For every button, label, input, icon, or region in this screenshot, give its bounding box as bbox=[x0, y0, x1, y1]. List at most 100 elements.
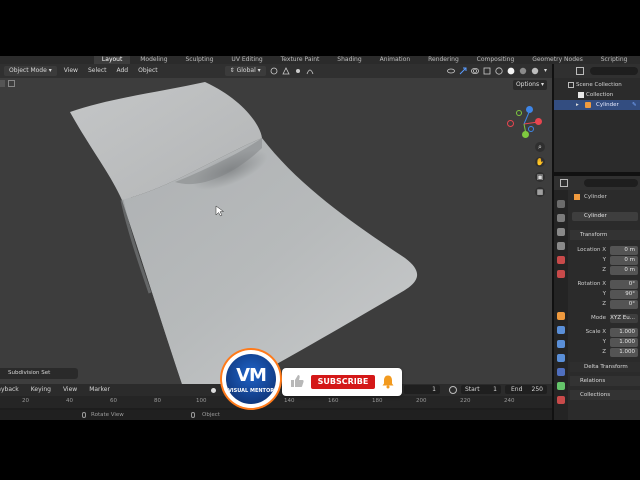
gizmo-neg-x-axis[interactable] bbox=[507, 120, 514, 127]
marker-menu[interactable]: Marker bbox=[83, 384, 116, 396]
tab-animation[interactable]: Animation bbox=[372, 56, 419, 64]
select-menu[interactable]: Select bbox=[83, 64, 112, 78]
timeline-view-menu[interactable]: View bbox=[57, 384, 83, 396]
output-tab-icon[interactable] bbox=[557, 228, 565, 236]
view-menu[interactable]: View bbox=[59, 64, 83, 78]
timeline-ruler[interactable]: 20 40 60 80 100 120 140 160 180 200 220 … bbox=[0, 396, 552, 408]
delta-transform-section-header[interactable]: Delta Transform bbox=[570, 362, 640, 372]
tab-uv-editing[interactable]: UV Editing bbox=[223, 56, 270, 64]
notification-bell-icon[interactable] bbox=[381, 374, 395, 389]
material-tab-icon[interactable] bbox=[557, 396, 565, 404]
clock-icon[interactable] bbox=[449, 386, 457, 394]
wireframe-shading-icon[interactable] bbox=[495, 67, 503, 75]
gizmo-neg-z-axis[interactable] bbox=[528, 126, 534, 132]
overlays-icon[interactable] bbox=[471, 67, 479, 75]
modifier-tab-icon[interactable] bbox=[557, 326, 565, 334]
snap-icon[interactable] bbox=[282, 67, 290, 75]
gizmo-y-axis[interactable] bbox=[522, 131, 529, 138]
tab-modeling[interactable]: Modeling bbox=[132, 56, 175, 64]
tab-layout[interactable]: Layout bbox=[93, 56, 131, 64]
orientation-dropdown[interactable]: ⇕ Global ▾ bbox=[224, 66, 266, 76]
end-frame-field[interactable]: End 250 bbox=[505, 385, 547, 394]
ortho-grid-icon[interactable]: ▦ bbox=[535, 187, 545, 197]
modifier-wrench-icon[interactable]: ✎ bbox=[632, 100, 637, 110]
rotation-y-field[interactable]: 90° bbox=[610, 290, 638, 299]
gizmo-x-axis[interactable] bbox=[535, 118, 542, 125]
outliner-search-input[interactable] bbox=[590, 67, 638, 75]
tool-tab-icon[interactable] bbox=[557, 200, 565, 208]
record-icon[interactable] bbox=[211, 388, 216, 393]
toolbar-toggle-icon[interactable] bbox=[0, 80, 5, 87]
scale-y-field[interactable]: 1.000 bbox=[610, 338, 638, 347]
location-z-field[interactable]: 0 m bbox=[610, 266, 638, 275]
relations-section-header[interactable]: Relations bbox=[570, 376, 640, 386]
3d-viewport[interactable]: ⌕ ✋ ▣ ▦ bbox=[0, 78, 552, 384]
expand-arrow-icon[interactable]: ▸ bbox=[576, 100, 579, 110]
thumbs-up-icon[interactable] bbox=[290, 374, 304, 388]
gizmo-toggle-icon[interactable] bbox=[459, 67, 467, 75]
scene-tab-icon[interactable] bbox=[557, 256, 565, 264]
current-frame-field[interactable]: 1 bbox=[404, 385, 440, 394]
object-tab-icon[interactable] bbox=[557, 312, 565, 320]
tab-texture-paint[interactable]: Texture Paint bbox=[273, 56, 328, 64]
gizmo-neg-y-axis[interactable] bbox=[516, 110, 522, 116]
render-tab-icon[interactable] bbox=[557, 214, 565, 222]
outliner-row-collection[interactable]: Collection bbox=[554, 90, 640, 100]
material-shading-icon[interactable] bbox=[519, 67, 527, 75]
particles-tab-icon[interactable] bbox=[557, 340, 565, 348]
rotation-z-field[interactable]: 0° bbox=[610, 300, 638, 309]
xray-icon[interactable] bbox=[483, 67, 491, 75]
location-y-field[interactable]: 0 m bbox=[610, 256, 638, 265]
options-dropdown[interactable]: Options ▾ bbox=[513, 80, 547, 90]
scale-x-field[interactable]: 1.000 bbox=[610, 328, 638, 337]
subscribe-button[interactable]: SUBSCRIBE bbox=[311, 375, 375, 389]
playback-menu[interactable]: Playback bbox=[0, 384, 25, 396]
view-layer-tab-icon[interactable] bbox=[557, 242, 565, 250]
properties-editor-icon[interactable] bbox=[560, 179, 568, 187]
object-menu[interactable]: Object bbox=[133, 64, 163, 78]
physics-tab-icon[interactable] bbox=[557, 354, 565, 362]
mode-dropdown[interactable]: Object Mode ▾ bbox=[4, 66, 57, 76]
location-x-field[interactable]: 0 m bbox=[610, 246, 638, 255]
pivot-icon[interactable] bbox=[270, 67, 278, 75]
properties-search-input[interactable] bbox=[584, 179, 638, 187]
tab-shading[interactable]: Shading bbox=[329, 56, 369, 64]
constraints-tab-icon[interactable] bbox=[557, 368, 565, 376]
transform-section-header[interactable]: Transform bbox=[570, 230, 640, 240]
outliner-editor-icon[interactable] bbox=[576, 67, 584, 75]
subscribe-overlay[interactable]: SUBSCRIBE bbox=[282, 368, 402, 396]
data-tab-icon[interactable] bbox=[557, 382, 565, 390]
toolbar-toggle-icon-2[interactable] bbox=[8, 80, 15, 87]
tab-geometry-nodes[interactable]: Geometry Nodes bbox=[524, 56, 591, 64]
rendered-shading-icon[interactable] bbox=[531, 67, 539, 75]
scale-z-field[interactable]: 1.000 bbox=[610, 348, 638, 357]
operator-redo-panel[interactable]: Subdivision Set bbox=[0, 368, 78, 379]
zoom-icon[interactable]: ⌕ bbox=[535, 142, 545, 152]
outliner-row-cylinder[interactable]: ▸ Cylinder ✎ bbox=[554, 100, 640, 110]
add-menu[interactable]: Add bbox=[111, 64, 133, 78]
pan-hand-icon[interactable]: ✋ bbox=[535, 157, 545, 167]
world-tab-icon[interactable] bbox=[557, 270, 565, 278]
solid-shading-icon[interactable] bbox=[507, 67, 515, 75]
tab-sculpting[interactable]: Sculpting bbox=[177, 56, 221, 64]
keying-menu[interactable]: Keying bbox=[25, 384, 57, 396]
proportional-edit-icon[interactable] bbox=[294, 67, 302, 75]
tab-scripting[interactable]: Scripting bbox=[593, 56, 636, 64]
rotation-mode-dropdown[interactable]: XYZ Eu... bbox=[610, 314, 638, 323]
start-frame-field[interactable]: Start 1 bbox=[461, 385, 501, 394]
camera-icon[interactable]: ▣ bbox=[535, 172, 545, 182]
falloff-icon[interactable] bbox=[306, 67, 314, 75]
tab-rendering[interactable]: Rendering bbox=[420, 56, 467, 64]
navigation-gizmo[interactable] bbox=[504, 102, 544, 142]
outliner: Scene Collection Collection ▸ Cylinder ✎ bbox=[554, 64, 640, 172]
status-rotate-view: Rotate View bbox=[91, 412, 124, 418]
outliner-row-scene-collection[interactable]: Scene Collection bbox=[554, 80, 640, 90]
letterbox-top bbox=[0, 0, 640, 56]
tab-compositing[interactable]: Compositing bbox=[469, 56, 523, 64]
gizmo-z-axis[interactable] bbox=[526, 106, 533, 113]
data-name-field[interactable]: Cylinder bbox=[572, 212, 638, 221]
collections-section-header[interactable]: Collections bbox=[570, 390, 640, 400]
visibility-icon[interactable] bbox=[447, 67, 455, 75]
shading-options-dropdown[interactable]: ▾ bbox=[541, 64, 550, 78]
rotation-x-field[interactable]: 0° bbox=[610, 280, 638, 289]
